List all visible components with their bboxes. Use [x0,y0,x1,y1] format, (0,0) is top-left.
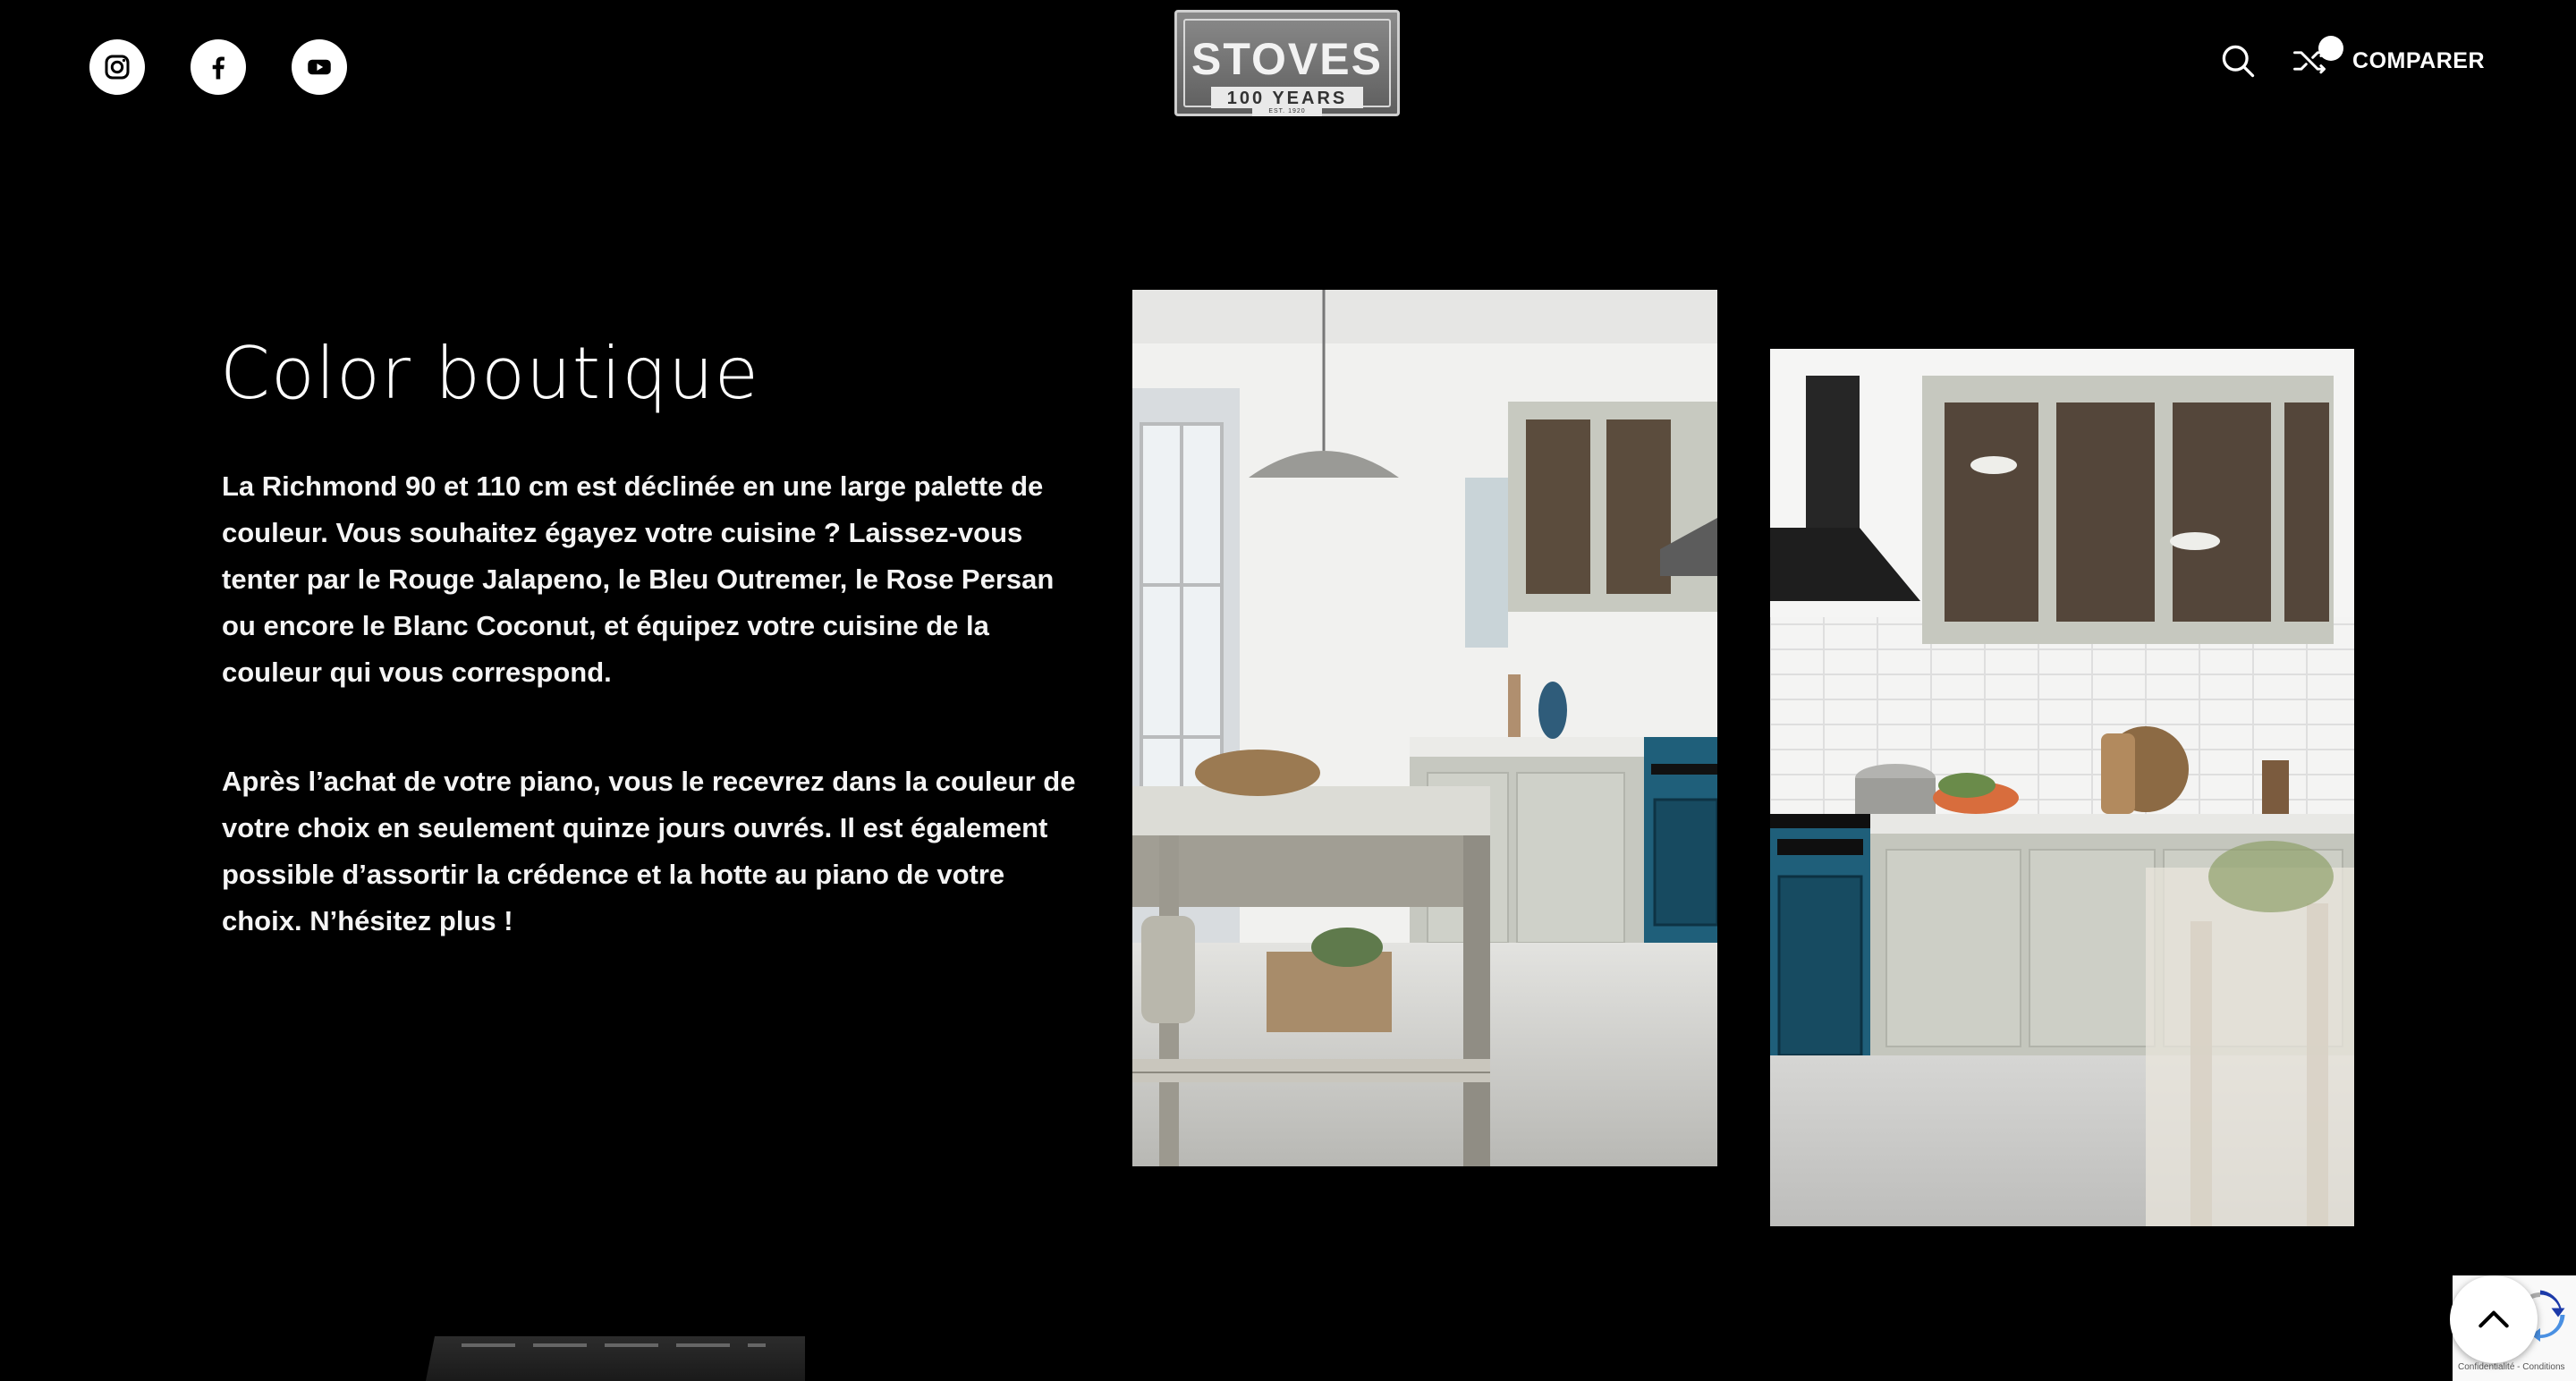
scroll-to-top-button[interactable] [2450,1275,2538,1363]
section-paragraph-2: Après l’achat de votre piano, vous le re… [222,766,1076,936]
facebook-icon[interactable] [191,39,246,95]
logo-established: EST. 1920 [1252,108,1322,116]
logo-frame: STOVES 100 YEARS EST. 1920 [1183,19,1391,116]
section-paragraph-1: La Richmond 90 et 110 cm est déclinée en… [222,470,1055,688]
kitchen-island-photo [1132,290,1717,1166]
logo-wordmark: STOVES [1191,34,1383,84]
compare-count-badge [2318,36,2344,61]
recaptcha-links[interactable]: Confidentialité - Conditions [2458,1362,2565,1372]
logo-years: 100 YEARS [1210,87,1364,108]
kitchen-hood-photo [1770,349,2354,1226]
compare-label: COMPARER [2352,47,2485,73]
header-actions: COMPARER [2218,36,2485,80]
youtube-icon[interactable] [292,39,347,95]
section-title: Color boutique [220,332,760,415]
compare-button[interactable]: COMPARER [2290,36,2485,80]
product-image-partial [426,1336,805,1381]
search-icon[interactable] [2218,41,2258,80]
social-links [89,39,347,95]
chevron-up-icon [2479,1310,2509,1328]
instagram-icon[interactable] [89,39,145,95]
stoves-logo[interactable]: STOVES 100 YEARS EST. 1920 [1174,10,1400,116]
